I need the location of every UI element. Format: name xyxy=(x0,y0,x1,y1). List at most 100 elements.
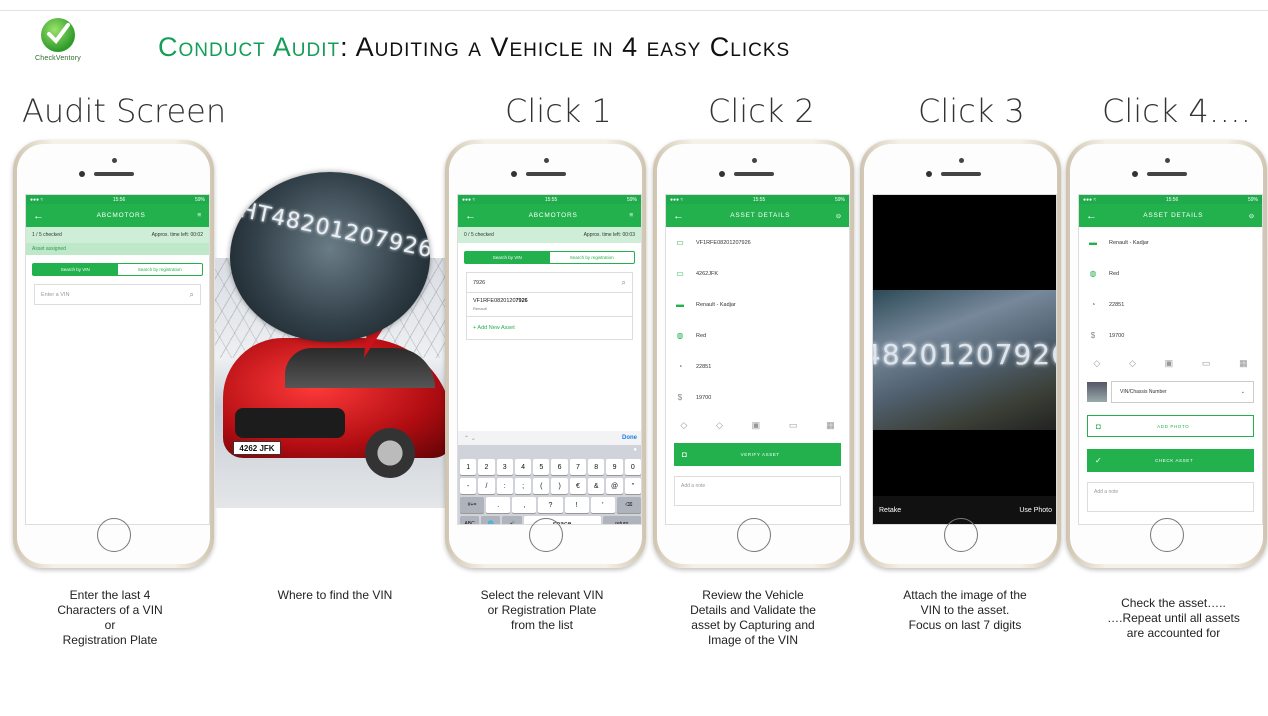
palette-icon: ◍ xyxy=(1089,269,1097,278)
keyboard-key[interactable]: ABC xyxy=(460,516,480,524)
identifier-type-select[interactable]: VIN/Chassis Number ⌄ xyxy=(1111,381,1254,403)
keyboard-key[interactable]: 9 xyxy=(606,459,623,475)
checkmark-icon xyxy=(41,18,75,52)
keyboard-key[interactable]: ) xyxy=(551,478,568,494)
check-asset-label: CHECK ASSET xyxy=(1155,458,1194,463)
keyboard-key[interactable]: 6 xyxy=(551,459,568,475)
back-arrow-icon[interactable]: ← xyxy=(33,210,45,222)
photo-thumbnail[interactable] xyxy=(1087,382,1107,402)
audit-screen: ●●● ≈15:56 59% ← ABCMOTORS ≡ 1 / 5 checke… xyxy=(25,194,210,525)
keyboard-nav-arrows-icon[interactable]: ⌃ ⌄ xyxy=(464,435,476,442)
colour-value: Red xyxy=(1109,270,1120,277)
vin-icon: ▭ xyxy=(676,238,684,247)
building-icon[interactable]: ▦ xyxy=(826,420,835,431)
keyboard-key[interactable]: ( xyxy=(533,478,550,494)
keyboard-key[interactable]: - xyxy=(460,478,477,494)
checked-count: 1 / 5 checked xyxy=(32,232,62,238)
minus-circle-icon[interactable]: ⊖ xyxy=(836,212,842,220)
minus-circle-icon[interactable]: ⊖ xyxy=(1249,212,1255,220)
keyboard-key[interactable]: 7 xyxy=(569,459,587,475)
retake-button[interactable]: Retake xyxy=(879,507,901,514)
car-front-icon[interactable]: ▣ xyxy=(1165,358,1174,369)
checked-count: 0 / 5 checked xyxy=(464,232,494,238)
search-icon[interactable]: ⌕ xyxy=(190,290,194,300)
filter-icon[interactable]: ≡ xyxy=(197,212,202,219)
add-photo-button[interactable]: ◘ ADD PHOTO xyxy=(1087,415,1254,437)
caption-vin-location: Where to find the VIN xyxy=(277,588,393,602)
keyboard-key[interactable]: 4 xyxy=(514,459,532,475)
keyboard-key[interactable]: return xyxy=(602,516,641,524)
keyboard-key[interactable]: : xyxy=(496,478,513,494)
home-button[interactable] xyxy=(736,518,771,552)
checkventory-logo: CheckVentory xyxy=(18,18,98,68)
back-arrow-icon[interactable]: ← xyxy=(1086,210,1098,222)
keyboard-key[interactable]: 1 xyxy=(460,459,477,475)
done-button[interactable]: Done xyxy=(622,435,637,441)
keyboard-key[interactable]: ? xyxy=(538,497,563,513)
home-button[interactable] xyxy=(943,518,978,552)
camera-dot xyxy=(751,158,757,163)
caption-click-3: Attach the image of the VIN to the asset… xyxy=(903,588,1027,632)
tab-search-by-vin[interactable]: Search by VIN xyxy=(465,252,550,263)
tag-outline-icon[interactable]: ◇ xyxy=(716,420,723,431)
add-new-asset-link[interactable]: + Add New Asset xyxy=(466,317,633,340)
keyboard-key[interactable]: € xyxy=(569,478,587,494)
vin-search-input[interactable]: Enter a VIN ⌕ xyxy=(34,284,201,305)
plate-outline-icon[interactable]: ▭ xyxy=(1202,358,1211,369)
use-photo-button[interactable]: Use Photo xyxy=(1019,507,1052,514)
keyboard-key[interactable]: 0 xyxy=(624,459,641,475)
keyboard-key[interactable]: 2 xyxy=(478,459,495,475)
keyboard-key[interactable]: ! xyxy=(564,497,589,513)
keyboard-key[interactable]: , xyxy=(512,497,537,513)
dollar-icon: $ xyxy=(677,393,683,402)
detail-vin: ▭ VF1RFE08201207926 xyxy=(666,227,849,258)
verify-asset-button[interactable]: ◘ VERIFY ASSET xyxy=(674,443,841,466)
phone-click-4: ●●● ≈15:56 59% ← ASSET DETAILS ⊖ ▬ Renault… xyxy=(1066,140,1267,568)
building-icon[interactable]: ▦ xyxy=(1239,358,1248,369)
back-arrow-icon[interactable]: ← xyxy=(673,210,685,222)
keyboard-key[interactable]: . xyxy=(486,497,511,513)
mic-key-icon[interactable]: ● xyxy=(633,447,641,456)
label-click-2: Click 2 xyxy=(708,92,815,130)
home-button[interactable] xyxy=(96,518,131,552)
tab-search-by-registration[interactable]: Search by registration xyxy=(550,252,635,263)
filter-icon[interactable]: ≡ xyxy=(629,212,634,219)
car-grille xyxy=(235,408,345,438)
keyboard-key[interactable]: 🌐 xyxy=(481,516,501,524)
keyboard-key[interactable]: #+= xyxy=(460,497,485,513)
keyboard-key[interactable]: / xyxy=(478,478,495,494)
app-bar: ← ABCMOTORS ≡ xyxy=(26,204,209,227)
keyboard-key[interactable]: ; xyxy=(514,478,532,494)
keyboard-key[interactable]: 8 xyxy=(588,459,605,475)
note-field[interactable]: Add a note xyxy=(1087,482,1254,512)
plate-outline-icon[interactable]: ▭ xyxy=(789,420,798,431)
back-arrow-icon[interactable]: ← xyxy=(465,210,477,222)
time-left: Approx. time left: 00:02 xyxy=(151,232,203,238)
tag-icon[interactable]: ◇ xyxy=(680,420,687,431)
tab-search-by-vin[interactable]: Search by VIN xyxy=(33,264,118,275)
home-button[interactable] xyxy=(528,518,563,552)
check-asset-button[interactable]: ✓ CHECK ASSET xyxy=(1087,449,1254,472)
vin-search-input[interactable]: 7926 ⌕ xyxy=(466,272,633,293)
keyboard-key[interactable]: 🎤 xyxy=(502,516,522,524)
tag-outline-icon[interactable]: ◇ xyxy=(1129,358,1136,369)
mileage-value: 22851 xyxy=(1109,301,1125,308)
tab-search-by-registration[interactable]: Search by registration xyxy=(118,264,203,275)
tag-icon[interactable]: ◇ xyxy=(1093,358,1100,369)
car-front-icon[interactable]: ▣ xyxy=(752,420,761,431)
palette-icon: ◍ xyxy=(676,331,684,340)
keyboard-key[interactable]: & xyxy=(588,478,605,494)
search-icon[interactable]: ⌕ xyxy=(622,278,626,288)
captured-vin-photo: 48201207926 xyxy=(873,290,1056,430)
result-vin-prefix: VF1RFE0820120 xyxy=(473,298,516,304)
keyboard-key[interactable]: ' xyxy=(590,497,615,513)
keyboard-key[interactable]: ⌫ xyxy=(616,497,641,513)
note-field[interactable]: Add a note xyxy=(674,476,841,506)
keyboard-key[interactable]: @ xyxy=(606,478,623,494)
phone-audit-screen: ●●● ≈15:56 59% ← ABCMOTORS ≡ 1 / 5 checke… xyxy=(13,140,214,568)
keyboard-key[interactable]: " xyxy=(624,478,641,494)
keyboard-key[interactable]: 3 xyxy=(496,459,513,475)
home-button[interactable] xyxy=(1149,518,1184,552)
vin-result-item[interactable]: VF1RFE08201207926 Renault xyxy=(466,293,633,317)
keyboard-key[interactable]: 5 xyxy=(533,459,550,475)
